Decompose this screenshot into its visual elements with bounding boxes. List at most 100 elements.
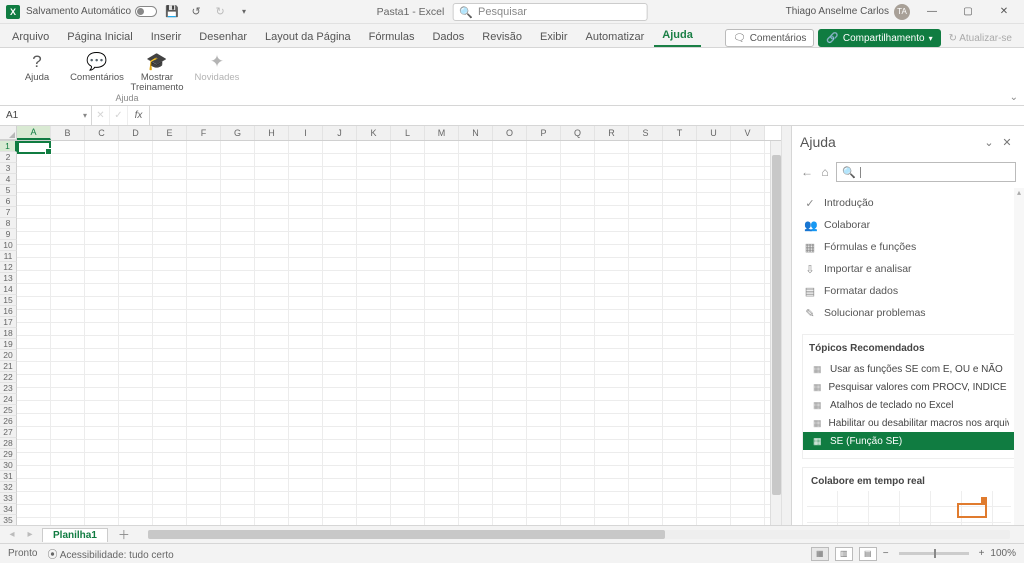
row-header[interactable]: 24 (0, 394, 17, 405)
undo-icon[interactable]: ↺ (187, 3, 205, 21)
zoom-out-button[interactable]: − (883, 548, 889, 559)
view-page-layout-button[interactable]: ▥ (835, 547, 853, 561)
column-header[interactable]: R (595, 126, 629, 140)
row-header[interactable]: 14 (0, 284, 17, 295)
account-button[interactable]: Thiago Anselme Carlos TA (786, 4, 910, 20)
ribbon-coment-rios-button[interactable]: 💬Comentários (70, 52, 124, 93)
name-box[interactable]: A1 ▾ (0, 106, 92, 125)
row-header[interactable]: 7 (0, 207, 17, 218)
row-header[interactable]: 12 (0, 262, 17, 273)
save-icon[interactable]: 💾 (163, 3, 181, 21)
help-category[interactable]: ⇩Importar e analisar (796, 258, 1022, 280)
help-home-icon[interactable]: ⌂ (818, 165, 832, 179)
tab-dados[interactable]: Dados (424, 28, 472, 47)
column-header[interactable]: Q (561, 126, 595, 140)
row-header[interactable]: 32 (0, 482, 17, 493)
column-header[interactable]: U (697, 126, 731, 140)
row-header[interactable]: 21 (0, 361, 17, 372)
maximize-button[interactable]: ▢ (954, 0, 982, 24)
row-header[interactable]: 17 (0, 317, 17, 328)
ribbon-ajuda-button[interactable]: ?Ajuda (10, 52, 64, 93)
collapse-ribbon-icon[interactable]: ⌄ (1010, 92, 1018, 103)
row-header[interactable]: 13 (0, 273, 17, 284)
column-header[interactable]: L (391, 126, 425, 140)
row-header[interactable]: 11 (0, 251, 17, 262)
zoom-level[interactable]: 100% (990, 548, 1016, 559)
help-back-icon[interactable]: ← (800, 165, 814, 179)
column-header[interactable]: K (357, 126, 391, 140)
column-header[interactable]: J (323, 126, 357, 140)
tab-exibir[interactable]: Exibir (532, 28, 576, 47)
row-header[interactable]: 22 (0, 372, 17, 383)
row-header[interactable]: 1 (0, 141, 17, 152)
search-input[interactable]: 🔍 Pesquisar (452, 3, 647, 21)
row-header[interactable]: 2 (0, 152, 17, 163)
column-header[interactable]: E (153, 126, 187, 140)
column-header[interactable]: V (731, 126, 765, 140)
sheet-tab[interactable]: Planilha1 (42, 528, 108, 542)
row-header[interactable]: 16 (0, 306, 17, 317)
zoom-in-button[interactable]: + (979, 548, 985, 559)
column-header[interactable]: S (629, 126, 663, 140)
zoom-slider[interactable] (899, 552, 969, 555)
row-header[interactable]: 33 (0, 493, 17, 504)
row-header[interactable]: 30 (0, 460, 17, 471)
column-header[interactable]: B (51, 126, 85, 140)
help-dropdown-icon[interactable]: ⌄ (980, 136, 998, 149)
ribbon-mostrar-treinamento-button[interactable]: 🎓MostrarTreinamento (130, 52, 184, 93)
row-header[interactable]: 26 (0, 416, 17, 427)
column-header[interactable]: M (425, 126, 459, 140)
tab-ajuda[interactable]: Ajuda (654, 26, 701, 47)
column-header[interactable]: T (663, 126, 697, 140)
tab-layout-da-p-gina[interactable]: Layout da Página (257, 28, 359, 47)
help-category[interactable]: ▦Fórmulas e funções (796, 236, 1022, 258)
column-header[interactable]: F (187, 126, 221, 140)
sheet-nav-next-icon[interactable]: ▸ (24, 529, 36, 540)
row-header[interactable]: 18 (0, 328, 17, 339)
help-category[interactable]: ✓Introdução (796, 192, 1022, 214)
column-header[interactable]: C (85, 126, 119, 140)
comments-button[interactable]: 🗨 Comentários (725, 29, 814, 47)
help-scrollbar[interactable] (1014, 188, 1024, 525)
view-normal-button[interactable]: ▦ (811, 547, 829, 561)
column-header[interactable]: I (289, 126, 323, 140)
row-header[interactable]: 28 (0, 438, 17, 449)
tab-arquivo[interactable]: Arquivo (4, 28, 57, 47)
tab-f-rmulas[interactable]: Fórmulas (361, 28, 423, 47)
pane-splitter[interactable] (781, 126, 791, 525)
help-topic[interactable]: ▦Habilitar ou desabilitar macros nos arq… (809, 414, 1009, 432)
tab-p-gina-inicial[interactable]: Página Inicial (59, 28, 140, 47)
column-header[interactable]: N (459, 126, 493, 140)
active-cell[interactable] (17, 141, 51, 154)
column-header[interactable]: D (119, 126, 153, 140)
row-header[interactable]: 31 (0, 471, 17, 482)
help-category[interactable]: ▤Formatar dados (796, 280, 1022, 302)
help-search-input[interactable]: 🔍 (836, 162, 1016, 182)
chevron-down-icon[interactable]: ▾ (83, 111, 87, 120)
autosave-toggle[interactable]: Salvamento Automático (26, 6, 157, 17)
row-header[interactable]: 27 (0, 427, 17, 438)
row-header[interactable]: 23 (0, 383, 17, 394)
row-header[interactable]: 15 (0, 295, 17, 306)
row-header[interactable]: 10 (0, 240, 17, 251)
close-button[interactable]: ✕ (990, 0, 1018, 24)
row-header[interactable]: 4 (0, 174, 17, 185)
horizontal-scrollbar[interactable] (148, 530, 1010, 539)
cells-area[interactable] (17, 141, 770, 525)
row-header[interactable]: 6 (0, 196, 17, 207)
column-header[interactable]: P (527, 126, 561, 140)
row-header[interactable]: 19 (0, 339, 17, 350)
help-close-icon[interactable]: ✕ (998, 136, 1016, 149)
help-topic[interactable]: ▦SE (Função SE) (803, 432, 1015, 450)
formula-input[interactable] (150, 106, 1024, 125)
row-header[interactable]: 8 (0, 218, 17, 229)
fx-icon[interactable]: fx (128, 106, 150, 125)
row-header[interactable]: 5 (0, 185, 17, 196)
row-header[interactable]: 3 (0, 163, 17, 174)
update-link[interactable]: ↻ Atualizar-se (945, 33, 1016, 44)
accessibility-status[interactable]: ⦿ Acessibilidade: tudo certo (47, 546, 173, 561)
qat-customize-icon[interactable]: ▾ (235, 3, 253, 21)
column-header[interactable]: G (221, 126, 255, 140)
vertical-scrollbar[interactable] (770, 141, 781, 525)
help-topic[interactable]: ▦Usar as funções SE com E, OU e NÃO (809, 360, 1009, 378)
